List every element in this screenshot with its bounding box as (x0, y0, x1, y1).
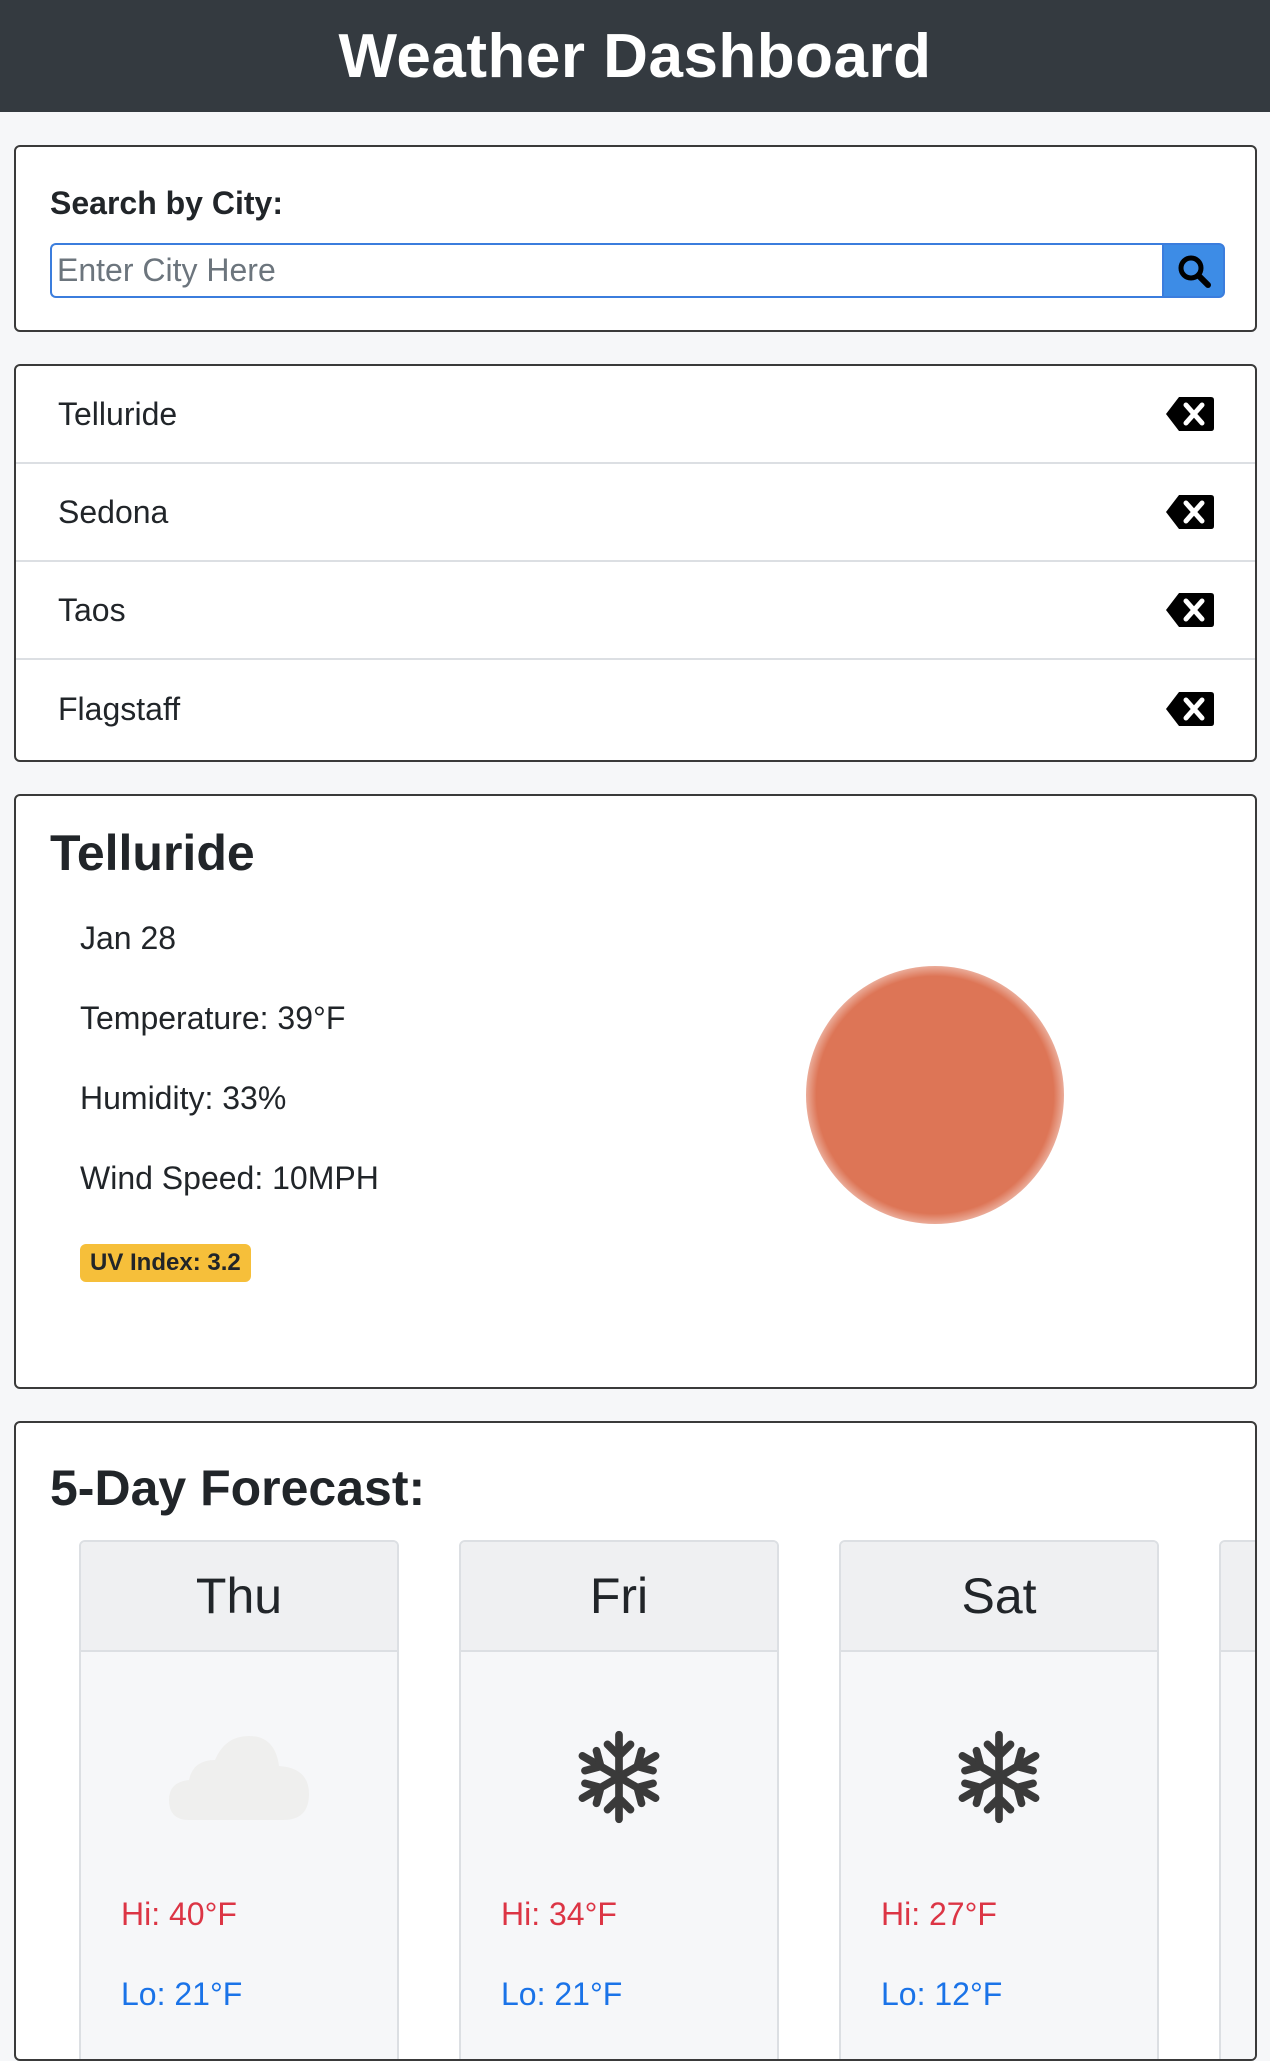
search-icon (1178, 255, 1211, 288)
history-city-name: Telluride (58, 395, 178, 432)
forecast-day: Thu (81, 1542, 397, 1652)
delete-backspace-icon[interactable] (1165, 690, 1215, 728)
forecast-high: Hi: 27°F (881, 1896, 997, 1932)
forecast-low: Lo: 21°F (121, 1976, 243, 2012)
search-button[interactable] (1162, 243, 1225, 298)
cloud-icon (169, 1736, 309, 1820)
delete-backspace-icon[interactable] (1165, 493, 1215, 531)
snowflake-icon (958, 1730, 1040, 1824)
history-item[interactable]: Taos (16, 562, 1255, 660)
history-item[interactable]: Telluride (16, 366, 1255, 464)
forecast-high: Hi: 34°F (501, 1896, 617, 1932)
history-city-name: Taos (58, 591, 126, 628)
forecast-day: Fri (461, 1542, 777, 1652)
search-group (50, 243, 1225, 298)
search-history-list: Telluride Sedona Taos Flagstaff (14, 364, 1257, 762)
current-city-name: Telluride (50, 825, 255, 881)
current-temperature: Temperature: 39°F (80, 1000, 346, 1036)
uv-index-badge: UV Index: 3.2 (80, 1244, 251, 1282)
page-title: Weather Dashboard (338, 21, 932, 91)
forecast-high: Hi: 40°F (121, 1896, 237, 1932)
forecast-card: Fri Hi: 34°F Lo: 21°F (459, 1540, 779, 2059)
forecast-panel: 5-Day Forecast: Thu Hi: 40°F Lo: 21°F Fr… (14, 1421, 1257, 2061)
city-search-input[interactable] (50, 243, 1162, 298)
delete-backspace-icon[interactable] (1165, 395, 1215, 433)
current-weather-panel: Telluride Jan 28 Temperature: 39°F Humid… (14, 794, 1257, 1389)
history-city-name: Sedona (58, 493, 169, 530)
current-humidity: Humidity: 33% (80, 1080, 287, 1116)
current-wind-speed: Wind Speed: 10MPH (80, 1160, 379, 1196)
history-item[interactable]: Flagstaff (16, 660, 1255, 758)
history-city-name: Flagstaff (58, 690, 181, 727)
forecast-card-partial (1219, 1540, 1255, 2059)
search-panel: Search by City: (14, 145, 1257, 332)
forecast-low: Lo: 12°F (881, 1976, 1003, 2012)
forecast-title: 5-Day Forecast: (50, 1460, 426, 1516)
history-item[interactable]: Sedona (16, 464, 1255, 562)
app-header: Weather Dashboard (0, 0, 1270, 112)
current-date: Jan 28 (80, 920, 177, 956)
sun-icon (806, 966, 1064, 1224)
forecast-card: Thu Hi: 40°F Lo: 21°F (79, 1540, 399, 2059)
delete-backspace-icon[interactable] (1165, 591, 1215, 629)
forecast-day-partial (1221, 1542, 1255, 1652)
forecast-low: Lo: 21°F (501, 1976, 623, 2012)
snowflake-icon (578, 1730, 660, 1824)
search-label: Search by City: (50, 185, 283, 221)
forecast-day: Sat (841, 1542, 1157, 1652)
forecast-card: Sat Hi: 27°F Lo: 12°F (839, 1540, 1159, 2059)
